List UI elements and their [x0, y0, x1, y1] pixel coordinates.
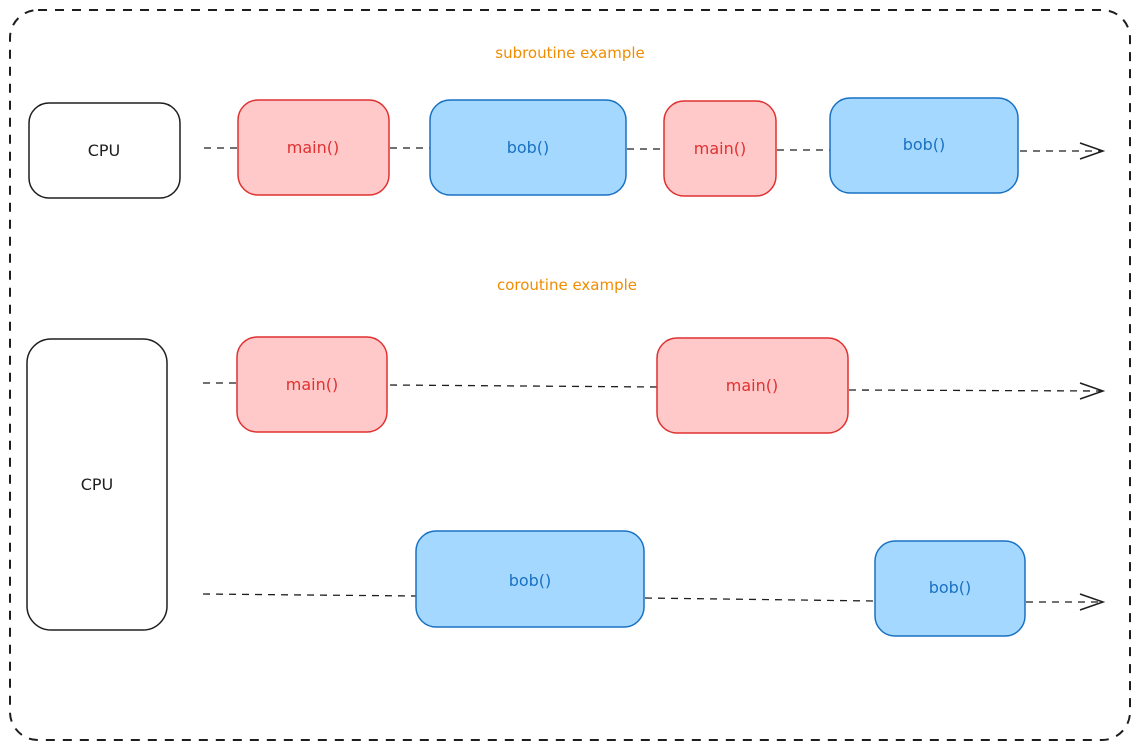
bob-block-label: bob() [929, 578, 972, 597]
subroutine-block-main-1: main() [237, 99, 390, 196]
subroutine-cpu-label: CPU [88, 141, 121, 160]
coroutine-block-main-1: main() [236, 336, 388, 433]
bob-block-label: bob() [903, 135, 946, 154]
coroutine-bob-connector [644, 597, 876, 602]
subroutine-title: subroutine example [495, 44, 644, 62]
coroutine-block-bob-1: bob() [415, 530, 645, 628]
coroutine-main-connector [389, 384, 658, 388]
bob-block-label: bob() [509, 571, 552, 590]
coroutine-block-bob-2: bob() [874, 540, 1026, 637]
bob-block-label: bob() [507, 138, 550, 157]
subroutine-block-bob-1: bob() [429, 99, 627, 196]
subroutine-block-main-2: main() [663, 100, 777, 197]
coroutine-section: coroutine example CPU main() main() bob(… [26, 276, 1106, 637]
main-block-label: main() [694, 139, 746, 158]
coroutine-bob-connector [202, 593, 417, 597]
coroutine-cpu-label: CPU [81, 475, 114, 494]
main-block-label: main() [726, 376, 778, 395]
diagram-canvas: subroutine example CPU main() bob() main… [9, 9, 1131, 741]
subroutine-block-bob-2: bob() [829, 97, 1019, 194]
coroutine-title: coroutine example [497, 276, 637, 294]
coroutine-main-timeline-arrow [848, 389, 1103, 392]
subroutine-section: subroutine example CPU main() bob() main… [28, 44, 1106, 199]
coroutine-cpu: CPU [26, 338, 168, 631]
subroutine-cpu: CPU [28, 102, 181, 199]
coroutine-block-main-2: main() [656, 337, 849, 434]
main-block-label: main() [287, 138, 339, 157]
main-block-label: main() [286, 375, 338, 394]
